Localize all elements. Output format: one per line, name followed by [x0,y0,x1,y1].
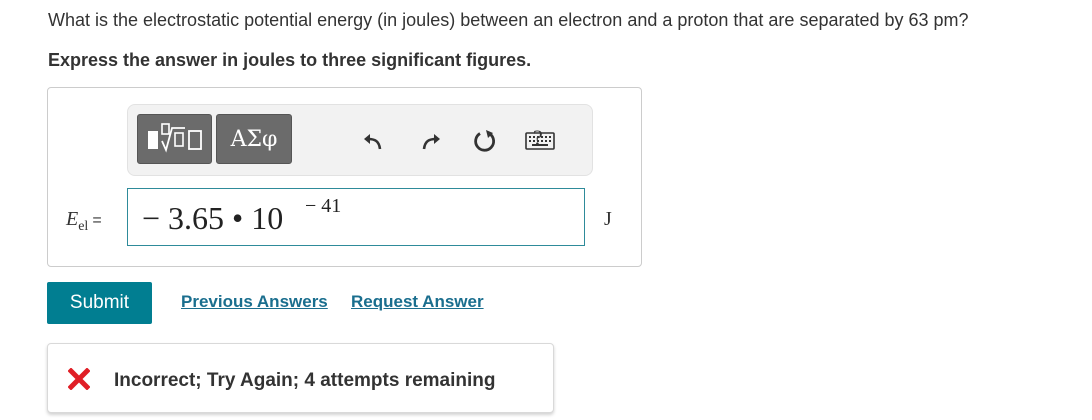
variable-subscript: el [78,219,89,234]
redo-button[interactable] [415,125,447,157]
undo-button[interactable] [357,125,389,157]
answer-input[interactable]: − 3.65 • 10 − 41 [127,188,585,246]
instruction-text: Express the answer in joules to three si… [48,50,532,70]
answer-panel: ΑΣφ ? Eel = − 3.65 • 10 − 41 J [47,87,642,267]
equals-sign: = [92,212,102,229]
request-answer-link[interactable]: Request Answer [351,292,484,312]
variable-symbol: E [66,208,79,230]
reset-icon [474,130,495,152]
unit-label: J [604,208,612,230]
help-button[interactable]: ? [533,125,543,151]
feedback-box: Incorrect; Try Again; 4 attempts remaini… [47,343,554,413]
templates-icon [147,123,202,153]
templates-button[interactable] [137,114,212,164]
answer-mantissa: − 3.65 • 10 [142,200,284,236]
symbols-label: ΑΣφ [230,126,278,152]
submit-button[interactable]: Submit [47,282,152,324]
undo-icon [364,134,382,150]
equation-label: Eel = [66,208,102,235]
reset-button[interactable] [469,125,501,157]
feedback-text: Incorrect; Try Again; 4 attempts remaini… [114,370,496,391]
x-mark-icon [68,368,90,390]
previous-answers-link[interactable]: Previous Answers [181,292,328,312]
answer-exponent: − 41 [305,195,342,217]
question-text: What is the electrostatic potential ener… [48,10,969,30]
math-toolbar: ΑΣφ ? [127,104,593,176]
redo-icon [422,134,440,150]
symbols-button[interactable]: ΑΣφ [216,114,292,164]
